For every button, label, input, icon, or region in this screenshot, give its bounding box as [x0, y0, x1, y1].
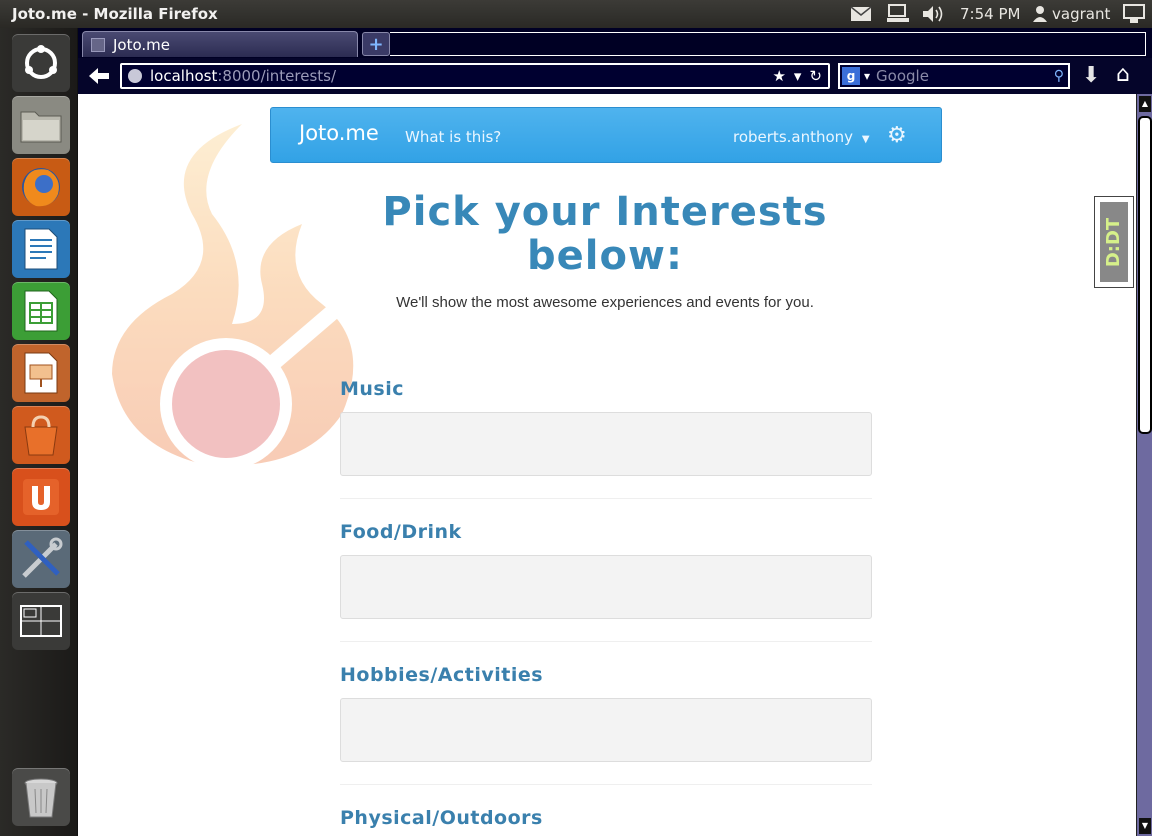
- user-name[interactable]: vagrant: [1052, 3, 1110, 25]
- writer-icon[interactable]: [12, 220, 70, 278]
- history-dropdown-icon[interactable]: ▾: [794, 67, 802, 85]
- tab-joto[interactable]: Joto.me: [82, 31, 358, 57]
- firefox-icon[interactable]: [12, 158, 70, 216]
- section-title-hobbies: Hobbies/Activities: [340, 664, 544, 686]
- download-icon[interactable]: ⬇: [1082, 63, 1100, 88]
- trash-icon[interactable]: [12, 768, 70, 826]
- software-center-icon[interactable]: [12, 406, 70, 464]
- top-panel: Joto.me - Mozilla Firefox 7:54 PM vagran…: [0, 0, 1152, 28]
- tab-title: Joto.me: [113, 35, 171, 54]
- joto-logo-watermark: [112, 124, 354, 470]
- interest-box-hobbies[interactable]: [340, 698, 872, 762]
- section-title-physical: Physical/Outdoors: [340, 807, 543, 829]
- user-menu-label: roberts.anthony: [733, 128, 854, 146]
- dash-home-icon[interactable]: [12, 34, 70, 92]
- interest-box-music[interactable]: [340, 412, 872, 476]
- files-icon[interactable]: [12, 96, 70, 154]
- site-brand[interactable]: Joto.me: [299, 121, 379, 145]
- google-engine-icon[interactable]: g: [842, 67, 860, 85]
- ubuntu-one-icon[interactable]: [12, 468, 70, 526]
- reload-icon[interactable]: ↻: [809, 67, 822, 85]
- settings-tools-icon[interactable]: [12, 530, 70, 588]
- home-icon[interactable]: ⌂: [1116, 62, 1130, 87]
- tab-strip-border: [390, 32, 1146, 56]
- site-navbar: Joto.me What is this? roberts.anthony ▼ …: [270, 107, 942, 163]
- engine-dropdown-icon[interactable]: ▾: [864, 69, 870, 83]
- section-divider: [340, 784, 872, 785]
- url-host: localhost: [150, 67, 218, 85]
- section-title-music: Music: [340, 378, 405, 400]
- search-icon[interactable]: ⚲: [1054, 68, 1064, 84]
- user-icon: [1032, 3, 1048, 25]
- launcher: [0, 28, 78, 836]
- favicon-icon: [91, 37, 105, 52]
- url-path: :8000/interests/: [217, 67, 337, 85]
- workspace-switcher-icon[interactable]: [12, 592, 70, 650]
- page-title-line2: below:: [527, 233, 683, 279]
- page-scrollbar[interactable]: ▲ ▼: [1136, 94, 1152, 836]
- what-is-this-link[interactable]: What is this?: [405, 128, 501, 146]
- search-bar[interactable]: g ▾ Google ⚲: [838, 63, 1070, 89]
- new-tab-button[interactable]: +: [362, 32, 390, 56]
- browser-window: Joto.me + localhost :8000/interests/ ★ ▾…: [78, 28, 1152, 836]
- session-icon[interactable]: [1122, 3, 1146, 25]
- page-title: Pick your Interests below:: [340, 190, 870, 278]
- search-placeholder: Google: [876, 67, 929, 85]
- url-bar[interactable]: localhost :8000/interests/ ★ ▾ ↻: [120, 63, 830, 89]
- nav-bar: localhost :8000/interests/ ★ ▾ ↻ g ▾ Goo…: [78, 58, 1152, 94]
- caret-down-icon: ▼: [861, 134, 870, 145]
- network-icon[interactable]: [886, 3, 910, 25]
- impress-icon[interactable]: [12, 344, 70, 402]
- mail-icon[interactable]: [850, 3, 872, 25]
- page-content: Joto.me What is this? roberts.anthony ▼ …: [78, 94, 1136, 836]
- tab-strip: Joto.me +: [78, 28, 1152, 58]
- clock[interactable]: 7:54 PM: [960, 3, 1020, 25]
- url-actions: ★ ▾ ↻: [772, 67, 822, 85]
- interest-box-food-drink[interactable]: [340, 555, 872, 619]
- gear-icon[interactable]: ⚙: [887, 123, 907, 148]
- scrollbar-thumb[interactable]: [1138, 116, 1152, 434]
- page-title-line1: Pick your Interests: [382, 189, 828, 235]
- volume-icon[interactable]: [921, 3, 947, 25]
- section-divider: [340, 498, 872, 499]
- scroll-down-icon[interactable]: ▼: [1139, 818, 1151, 834]
- section-title-food-drink: Food/Drink: [340, 521, 462, 543]
- dndt-addon-inner: D:DT: [1100, 202, 1128, 282]
- globe-icon: [128, 69, 142, 83]
- calc-icon[interactable]: [12, 282, 70, 340]
- user-menu[interactable]: roberts.anthony ▼: [733, 128, 870, 146]
- scroll-up-icon[interactable]: ▲: [1139, 96, 1151, 112]
- window-title: Joto.me - Mozilla Firefox: [12, 5, 218, 23]
- page-subtitle: We'll show the most awesome experiences …: [396, 294, 814, 311]
- bookmark-star-icon[interactable]: ★: [772, 67, 785, 85]
- back-button[interactable]: [86, 63, 112, 89]
- section-divider: [340, 641, 872, 642]
- dndt-addon-tab[interactable]: D:DT: [1094, 196, 1134, 288]
- back-arrow-icon: [89, 68, 109, 84]
- dndt-label: D:DT: [1103, 217, 1125, 267]
